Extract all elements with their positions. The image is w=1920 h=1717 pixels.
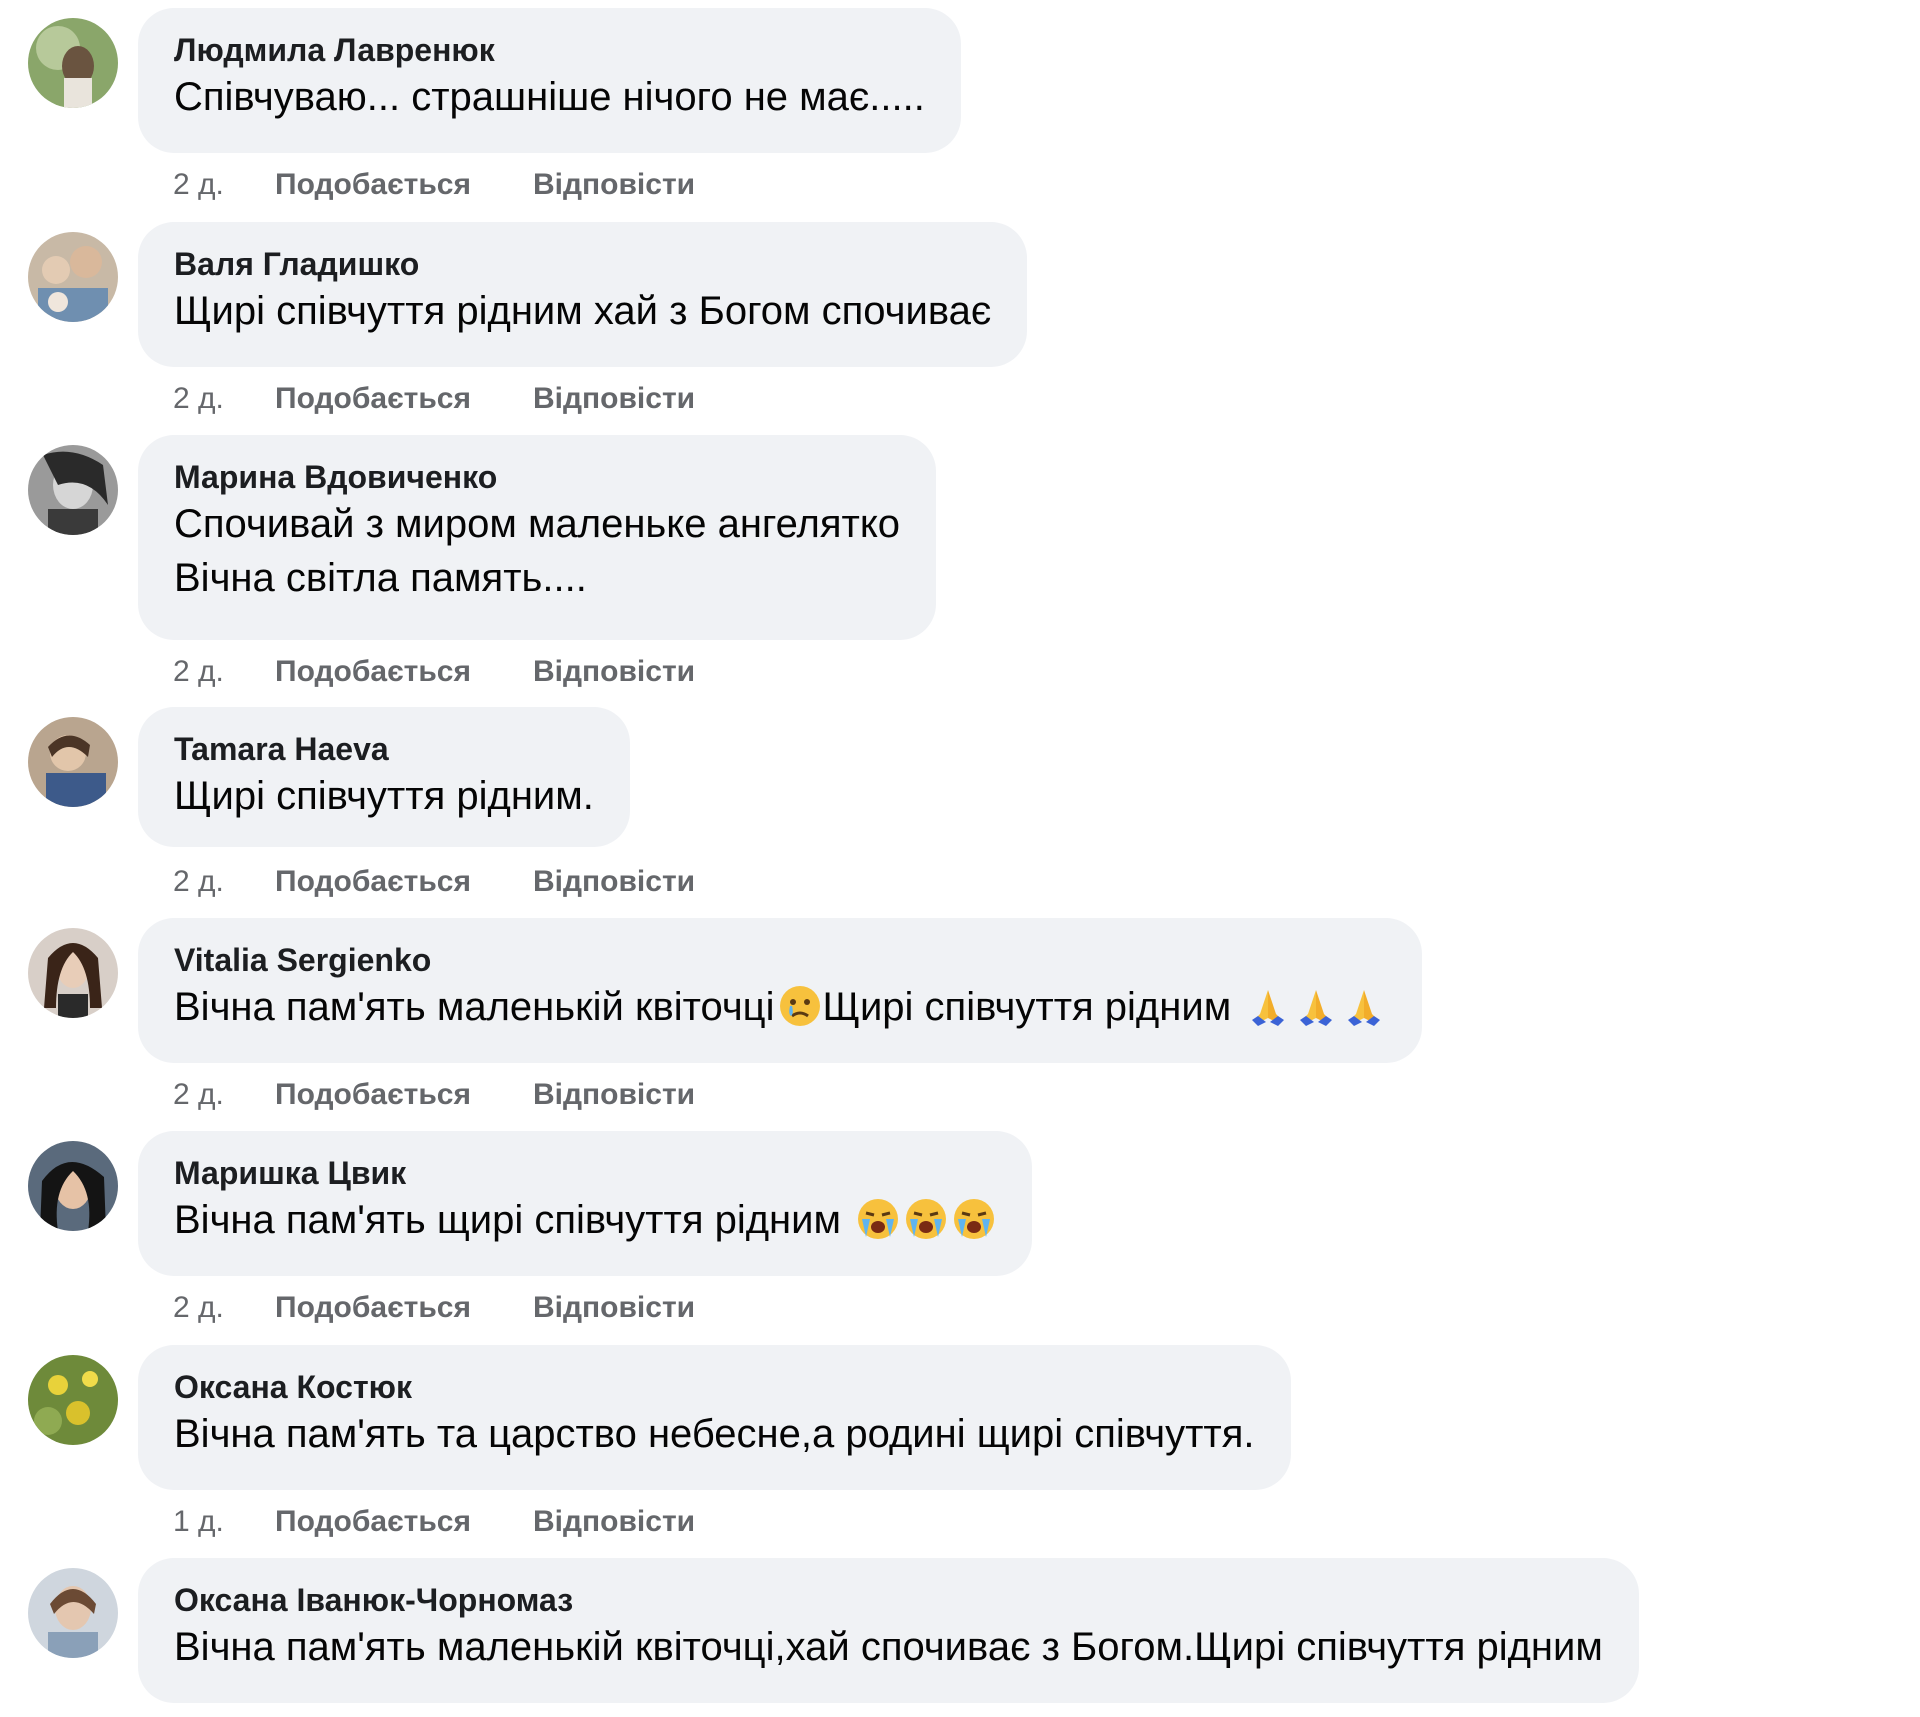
avatar[interactable] [28, 1141, 118, 1231]
loudly-crying-face-emoji [904, 1197, 948, 1241]
comment-time[interactable]: 2 д. [173, 167, 275, 203]
comment-text-part: Вічна пам'ять щирі співчуття рідним [174, 1198, 853, 1242]
like-button[interactable]: Подобається [275, 167, 533, 203]
comment-text: Вічна пам'ять щирі співчуття рідним [174, 1193, 996, 1247]
like-button[interactable]: Подобається [275, 1290, 533, 1326]
reply-button[interactable]: Відповісти [533, 864, 695, 900]
comment-bubble: Маришка Цвик Вічна пам'ять щирі співчутт… [138, 1131, 1033, 1276]
reply-button[interactable]: Відповісти [533, 1504, 695, 1540]
like-button[interactable]: Подобається [275, 1077, 533, 1113]
comment-bubble: Tamara Haeva Щирі співчуття рідним. [138, 707, 630, 847]
comment-time[interactable]: 2 д. [173, 864, 275, 900]
comment-author[interactable]: Маришка Цвик [174, 1153, 996, 1193]
comment-actions: 2 д. Подобається Відповісти [173, 167, 695, 203]
crying-face-emoji [778, 984, 822, 1028]
avatar[interactable] [28, 232, 118, 322]
reply-button[interactable]: Відповісти [533, 167, 695, 203]
folded-hands-emoji [1342, 984, 1386, 1028]
comment-author[interactable]: Оксана Костюк [174, 1367, 1255, 1407]
loudly-crying-face-emoji [952, 1197, 996, 1241]
comment-time[interactable]: 1 д. [173, 1504, 275, 1540]
comment-bubble: Марина Вдовиченко Спочивай з миром мален… [138, 435, 937, 640]
folded-hands-emoji [1246, 984, 1290, 1028]
like-button[interactable]: Подобається [275, 381, 533, 417]
comment-text: Спочивай з миром маленьке ангелятко Вічн… [174, 502, 901, 600]
comment-actions: 1 д. Подобається Відповісти [173, 1504, 695, 1540]
comment-bubble: Валя Гладишко Щирі співчуття рідним хай … [138, 222, 1028, 367]
comment-actions: 2 д. Подобається Відповісти [173, 1077, 695, 1113]
comment-text: Вічна пам'ять маленькій квіточці Щирі спі… [174, 980, 1386, 1034]
loudly-crying-face-emoji [856, 1197, 900, 1241]
like-button[interactable]: Подобається [275, 1504, 533, 1540]
comment-time[interactable]: 2 д. [173, 654, 275, 690]
comment-actions: 2 д. Подобається Відповісти [173, 1290, 695, 1326]
avatar[interactable] [28, 445, 118, 535]
reply-button[interactable]: Відповісти [533, 1077, 695, 1113]
comment-author[interactable]: Tamara Haeva [174, 729, 594, 769]
comment-bubble: Людмила Лавренюк Співчуваю... страшніше … [138, 8, 961, 153]
avatar[interactable] [28, 928, 118, 1018]
reply-button[interactable]: Відповісти [533, 381, 695, 417]
reply-button[interactable]: Відповісти [533, 1290, 695, 1326]
comment-author[interactable]: Людмила Лавренюк [174, 30, 925, 70]
comment-actions: 2 д. Подобається Відповісти [173, 381, 695, 417]
comment-time[interactable]: 2 д. [173, 381, 275, 417]
avatar[interactable] [28, 717, 118, 807]
avatar[interactable] [28, 1355, 118, 1445]
avatar[interactable] [28, 18, 118, 108]
comment-author[interactable]: Марина Вдовиченко [174, 457, 900, 497]
comment-author[interactable]: Валя Гладишко [174, 244, 991, 284]
like-button[interactable]: Подобається [275, 864, 533, 900]
comment-time[interactable]: 2 д. [173, 1290, 275, 1326]
comment-author[interactable]: Оксана Іванюк-Чорномаз [174, 1580, 1603, 1620]
comment-text: Співчуваю... страшніше нічого не має....… [174, 75, 925, 119]
reply-button[interactable]: Відповісти [533, 654, 695, 690]
comment-actions: 2 д. Подобається Відповісти [173, 864, 695, 900]
comment-text: Вічна пам'ять маленькій квіточці,хай спо… [174, 1625, 1603, 1669]
comment-author[interactable]: Vitalia Sergienko [174, 940, 1386, 980]
comment-time[interactable]: 2 д. [173, 1077, 275, 1113]
like-button[interactable]: Подобається [275, 654, 533, 690]
comment-text-part: Щирі співчуття рідним [822, 985, 1243, 1029]
comment-text: Вічна пам'ять та царство небесне,а родин… [174, 1412, 1255, 1456]
avatar[interactable] [28, 1568, 118, 1658]
comment-bubble: Оксана Костюк Вічна пам'ять та царство н… [138, 1345, 1291, 1490]
comment-text-part: Вічна пам'ять маленькій квіточці [174, 985, 775, 1029]
folded-hands-emoji [1294, 984, 1338, 1028]
comment-actions: 2 д. Подобається Відповісти [173, 654, 695, 690]
comment-text: Щирі співчуття рідним хай з Богом спочив… [174, 289, 992, 333]
comment-bubble: Vitalia Sergienko Вічна пам'ять маленькі… [138, 918, 1423, 1063]
comment-bubble: Оксана Іванюк-Чорномаз Вічна пам'ять мал… [138, 1558, 1639, 1703]
comment-text: Щирі співчуття рідним. [174, 774, 594, 818]
